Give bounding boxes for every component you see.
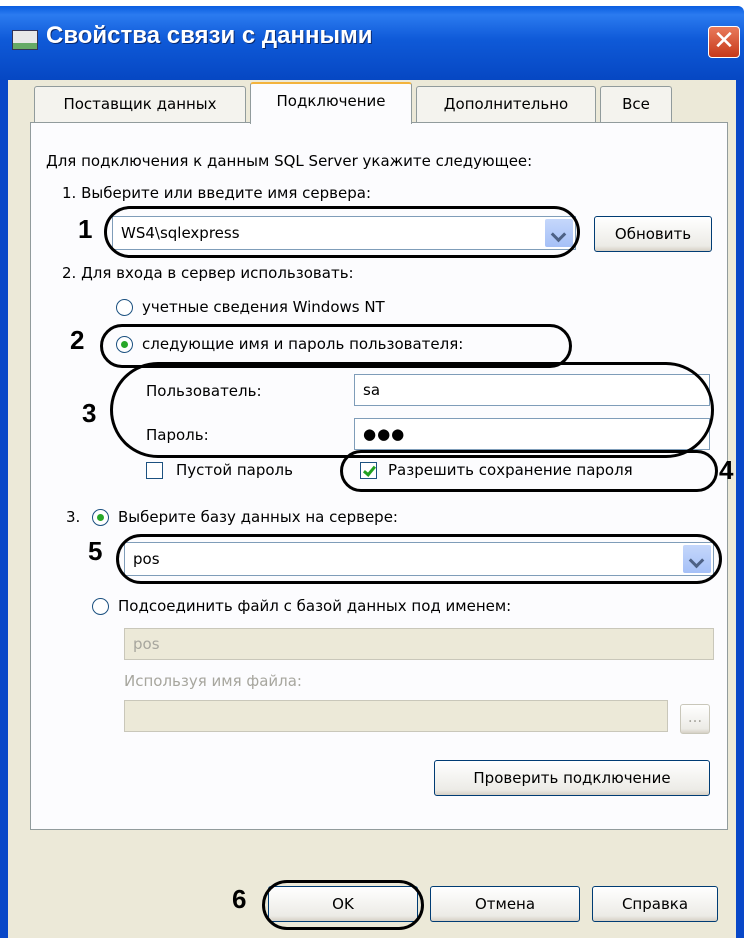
radio-attach-file[interactable] [92,598,109,615]
cancel-button[interactable]: Отмена [430,886,580,922]
close-button[interactable]: ✕ [708,26,740,58]
blank-password-label: Пустой пароль [176,461,293,479]
annotation-number-4: 4 [719,455,734,485]
tab-advanced[interactable]: Дополнительно [416,86,596,122]
annotation-number-5: 5 [88,536,103,566]
filename-label: Используя имя файла: [124,672,302,690]
browse-button[interactable]: ... [680,704,710,734]
filename-input[interactable] [124,700,668,732]
annotation-ring-5 [116,534,722,584]
tab-provider[interactable]: Поставщик данных [34,86,246,122]
annotation-number-1: 1 [78,214,93,244]
section-intro: Для подключения к данным SQL Server укаж… [46,152,533,170]
annotation-ring-1 [104,206,580,258]
annotation-ring-3 [110,362,714,458]
step1-label: 1. Выберите или введите имя сервера: [62,184,372,202]
step3-prefix: 3. [66,508,81,526]
radio-attach-file-label: Подсоединить файл с базой данных под име… [118,597,512,615]
annotation-number-3: 3 [82,398,97,428]
tab-connection[interactable]: Подключение [250,82,412,124]
refresh-button[interactable]: Обновить [594,216,712,252]
app-icon [12,30,38,50]
annotation-ring-4 [340,450,718,492]
radio-windows-auth-label: учетные сведения Windows NT [142,298,385,316]
window-frame-right [736,80,744,938]
radio-select-database-label: Выберите базу данных на сервере: [118,508,398,526]
tab-all[interactable]: Все [600,86,672,122]
window-title: Свойства связи с данными [46,22,373,49]
annotation-number-6: 6 [232,884,247,914]
test-connection-button[interactable]: Проверить подключение [434,760,710,796]
radio-select-database[interactable] [92,509,109,526]
blank-password-checkbox[interactable] [146,462,163,479]
radio-windows-auth[interactable] [116,299,133,316]
help-button[interactable]: Справка [592,886,718,922]
annotation-ring-6 [262,880,424,930]
window-frame-left [0,80,8,938]
attach-name-input[interactable]: pos [124,628,714,660]
annotation-number-2: 2 [70,325,85,355]
step2-label: 2. Для входа в сервер использовать: [62,264,354,282]
